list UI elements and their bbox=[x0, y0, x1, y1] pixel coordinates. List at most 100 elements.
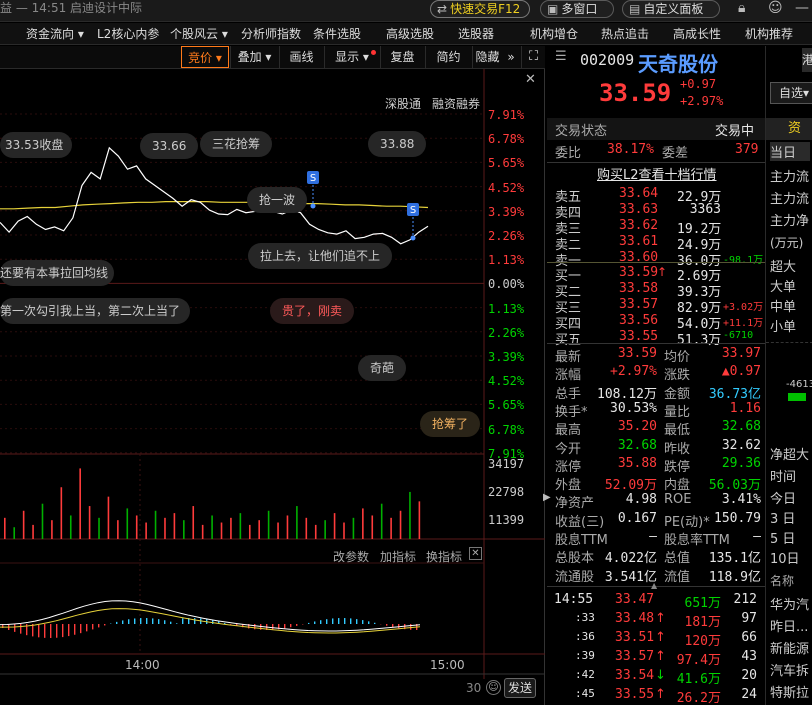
stat-label: 最高 bbox=[555, 423, 582, 439]
macd-bar bbox=[98, 624, 100, 628]
collapse-arrow-icon[interactable]: ▲ bbox=[651, 581, 657, 590]
menu-item-jigouzengcang[interactable]: 机构增仓 bbox=[530, 25, 578, 43]
close-chart-button[interactable]: ✕ bbox=[525, 72, 536, 87]
expand-icon[interactable]: ⛶ bbox=[521, 46, 545, 68]
level-change: +3.02万 bbox=[723, 302, 764, 313]
jingjia-button[interactable]: 竞价 ▾ bbox=[181, 46, 229, 68]
concept-item[interactable]: 华为汽 bbox=[770, 594, 809, 613]
user-icon[interactable]: ☺ bbox=[768, 0, 783, 16]
send-button[interactable]: 发送 bbox=[504, 678, 536, 698]
diejia-button[interactable]: 叠加 ▾ bbox=[230, 46, 278, 68]
ask-row: 卖二 33.61 24.9万 bbox=[547, 234, 765, 253]
menu-item-jigoutuijian[interactable]: 机构推荐 bbox=[745, 25, 793, 43]
menu-item-gaoji[interactable]: 高级选股 bbox=[386, 25, 434, 43]
menu-item-fengyun[interactable]: 个股风云 ▾ bbox=[170, 25, 228, 43]
stat-label: 流通股 bbox=[555, 569, 595, 585]
concept-item[interactable]: 昨日... bbox=[770, 616, 808, 635]
tick-price: 33.57 bbox=[615, 649, 655, 664]
level-change: -6710 bbox=[723, 330, 754, 341]
stat-label: 昨收 bbox=[664, 441, 691, 457]
lock-icon[interactable]: 🔒︎ bbox=[738, 0, 745, 16]
order-size-label: 大单 bbox=[770, 280, 797, 295]
macd-bar bbox=[410, 624, 412, 630]
menu-item-tiaojian[interactable]: 条件选股 bbox=[313, 25, 361, 43]
macd-bar bbox=[104, 624, 106, 626]
volume-bar bbox=[201, 524, 204, 539]
fupan-button[interactable]: 复盘 bbox=[380, 46, 424, 68]
weibi-value: 38.17% bbox=[607, 142, 654, 157]
price-axis-label: 3.39% bbox=[488, 204, 525, 219]
concept-item[interactable]: 新能源 bbox=[770, 638, 809, 657]
stat-label: 总股本 bbox=[555, 551, 595, 567]
concept-item[interactable]: 汽车拆 bbox=[770, 660, 809, 679]
period-label: 3 日 bbox=[770, 512, 796, 527]
volume-bar bbox=[13, 527, 16, 539]
comment-bubble[interactable]: 33.88 bbox=[368, 131, 427, 157]
tick-price: 33.47 bbox=[615, 592, 655, 607]
close-indicator-button[interactable]: ✕ bbox=[469, 547, 482, 560]
menu-item-zijin[interactable]: 资金流向 ▾ bbox=[26, 25, 84, 43]
l2-purchase-link[interactable]: 购买L2查看十档行情 bbox=[597, 164, 717, 183]
minimize-button[interactable]: — bbox=[795, 0, 809, 16]
rongzirongquan-link[interactable]: 融资融券 bbox=[432, 95, 480, 112]
more-button[interactable]: » bbox=[502, 46, 520, 68]
menu-item-xuanguqi[interactable]: 选股器 bbox=[458, 25, 494, 43]
comment-bubble[interactable]: 33.66 bbox=[140, 133, 199, 159]
comment-bubble[interactable]: 贵了，刚卖 bbox=[270, 298, 355, 324]
stat-label: 换手* bbox=[555, 404, 588, 420]
quick-trade-button[interactable]: ⇄ 快速交易F12 bbox=[430, 0, 530, 18]
comment-bubble[interactable]: 奇葩 bbox=[358, 355, 407, 381]
comment-bubble[interactable]: 33.53收盘 bbox=[0, 132, 72, 158]
period-label: 时间 bbox=[770, 470, 797, 485]
macd-bar bbox=[254, 624, 256, 630]
macd-bar bbox=[86, 624, 88, 632]
multi-window-button[interactable]: ▣ 多窗口 bbox=[540, 0, 614, 18]
macd-bar bbox=[338, 618, 340, 624]
splitter-arrow-icon[interactable]: ▶ bbox=[543, 492, 551, 503]
emoji-icon[interactable]: ☺ bbox=[486, 680, 501, 695]
shengutong-link[interactable]: 深股通 bbox=[385, 95, 421, 112]
huaxian-button[interactable]: 画线 bbox=[279, 46, 323, 68]
volume-bar bbox=[418, 501, 421, 539]
trade-state: 交易中 bbox=[715, 124, 755, 139]
menu-item-gaochengzhang[interactable]: 高成长性 bbox=[673, 25, 721, 43]
menu-item-redian[interactable]: 热点追击 bbox=[601, 25, 649, 43]
xianshi-button[interactable]: 显示 ▾ bbox=[324, 46, 379, 68]
macd-bar bbox=[80, 624, 82, 634]
level-price: 33.55 bbox=[619, 329, 659, 344]
tick-count: 97 bbox=[741, 611, 757, 626]
tick-time: 14:55 bbox=[554, 592, 594, 607]
yincang-button[interactable]: 隐藏 bbox=[472, 46, 502, 68]
stat-value: 30.53% bbox=[610, 400, 657, 416]
menu-item-fenxishi[interactable]: 分析师指数 bbox=[241, 25, 301, 43]
stat-label: 最新 bbox=[555, 350, 582, 365]
stat-label: 跌停 bbox=[664, 459, 691, 475]
comment-bubble[interactable]: 拉上去，让他们追不上 bbox=[248, 243, 393, 269]
jianyue-button[interactable]: 简约 bbox=[425, 46, 471, 68]
stat-value: 33.59 bbox=[617, 346, 657, 361]
huan-zhibiao-link[interactable]: 换指标 bbox=[426, 548, 462, 565]
stat-row: 涨停 35.88 跌停 29.36 bbox=[547, 456, 765, 475]
comment-bubble[interactable]: 还要有本事拉回均线 bbox=[0, 260, 114, 286]
jia-zhibiao-link[interactable]: 加指标 bbox=[380, 548, 416, 565]
stat-row: 总股本 4.022亿 总值 135.1亿 bbox=[547, 547, 765, 567]
comment-bubble[interactable]: 抢筹了 bbox=[420, 411, 481, 437]
macd-bar bbox=[20, 624, 22, 634]
custom-panel-button[interactable]: ▤ 自定义面板 bbox=[622, 0, 720, 18]
stat-label: PE(动)* bbox=[664, 514, 710, 530]
comment-bubble[interactable]: 抢一波 bbox=[247, 187, 308, 213]
comment-bubble[interactable]: 第一次勾引我上当，第二次上当了 bbox=[0, 298, 190, 324]
gai-canshu-link[interactable]: 改参数 bbox=[333, 548, 369, 565]
volume-bar bbox=[277, 522, 279, 539]
tab-today[interactable]: 当日 bbox=[770, 142, 810, 161]
zixuan-dropdown[interactable]: 自选▾ bbox=[770, 82, 812, 104]
tab-hk[interactable]: 港 bbox=[802, 48, 812, 72]
concept-item[interactable]: 特斯拉 bbox=[770, 682, 809, 701]
volume-bar bbox=[126, 508, 129, 539]
menu-item-l2[interactable]: L2核心内参 bbox=[97, 25, 159, 43]
menu-icon[interactable]: ☰ bbox=[555, 49, 567, 64]
tab-capital[interactable]: 资金 bbox=[766, 118, 812, 158]
level-price: 33.63 bbox=[619, 202, 659, 217]
tick-time: :39 bbox=[575, 649, 595, 662]
comment-bubble[interactable]: 三花抢筹 bbox=[200, 131, 273, 157]
